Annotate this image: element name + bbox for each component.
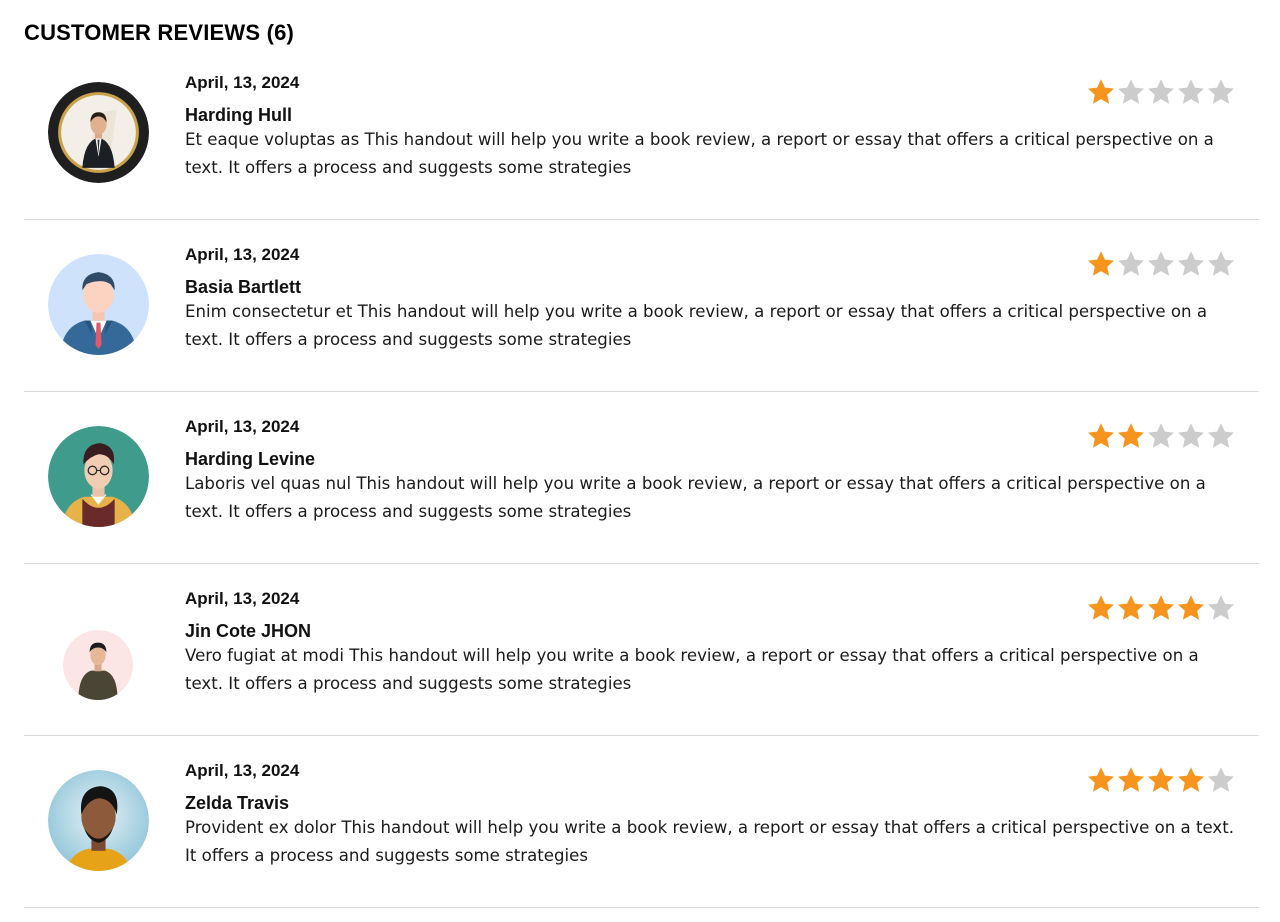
review-item: April, 13, 2024 Basia Bartlett Enim cons… [0,234,1280,406]
star-empty-icon [1116,249,1146,279]
page-title: CUSTOMER REVIEWS (6) [24,20,295,45]
star-filled-icon [1116,421,1146,451]
review-text: Et eaque voluptas as This handout will h… [185,130,1214,177]
star-empty-icon [1146,421,1176,451]
review-date: April, 13, 2024 [185,589,300,608]
star-empty-icon [1176,421,1206,451]
star-filled-icon [1116,593,1146,623]
review-text: Enim consectetur et This handout will he… [185,302,1208,349]
man-photo-avatar [48,770,149,871]
review-item: April, 13, 2024 Harding Hull Et eaque vo… [0,62,1280,234]
reviews-page: CUSTOMER REVIEWS (6) April, 13, 2024 Har… [0,0,1280,908]
review-text: Vero fugiat at modi This handout will he… [185,646,1199,693]
star-empty-icon [1206,421,1236,451]
review-date: April, 13, 2024 [185,245,300,264]
star-empty-icon [1146,77,1176,107]
star-empty-icon [1116,77,1146,107]
divider [24,391,1259,392]
review-date: April, 13, 2024 [185,417,300,436]
divider [24,735,1259,736]
star-empty-icon [1206,765,1236,795]
reviewer-name: Jin Cote JHON [185,621,312,641]
review-item: April, 13, 2024 Harding Levine Laboris v… [0,406,1280,578]
reviewer-name: Basia Bartlett [185,277,302,297]
divider [24,219,1259,220]
review-item: April, 13, 2024 Jin Cote JHON Vero fugia… [0,578,1280,750]
star-rating [1086,77,1236,107]
star-empty-icon [1206,593,1236,623]
star-filled-icon [1086,765,1116,795]
star-rating [1086,421,1236,451]
review-list: April, 13, 2024 Harding Hull Et eaque vo… [0,62,1280,922]
star-filled-icon [1086,593,1116,623]
review-date: April, 13, 2024 [185,761,300,780]
man-with-glasses-illustration-avatar [48,426,149,527]
star-empty-icon [1206,77,1236,107]
star-filled-icon [1086,249,1116,279]
star-rating [1086,249,1236,279]
star-rating [1086,593,1236,623]
star-filled-icon [1086,77,1116,107]
star-empty-icon [1206,249,1236,279]
star-rating [1086,765,1236,795]
reviewer-name: Harding Levine [185,449,316,469]
star-filled-icon [1146,593,1176,623]
review-text: Provident ex dolor This handout will hel… [185,818,1235,865]
star-filled-icon [1176,765,1206,795]
star-filled-icon [1086,421,1116,451]
man-sweater-illustration-avatar [63,630,133,700]
review-item: April, 13, 2024 Zelda Travis Provident e… [0,750,1280,922]
star-filled-icon [1116,765,1146,795]
star-filled-icon [1146,765,1176,795]
man-in-suit-photo-avatar [48,82,149,183]
star-empty-icon [1146,249,1176,279]
star-empty-icon [1176,77,1206,107]
businessman-illustration-avatar [48,254,149,355]
star-filled-icon [1176,593,1206,623]
reviewer-name: Zelda Travis [185,793,290,813]
divider [24,563,1259,564]
review-date: April, 13, 2024 [185,73,300,92]
reviewer-name: Harding Hull [185,105,292,125]
star-empty-icon [1176,249,1206,279]
review-text: Laboris vel quas nul This handout will h… [185,474,1206,521]
